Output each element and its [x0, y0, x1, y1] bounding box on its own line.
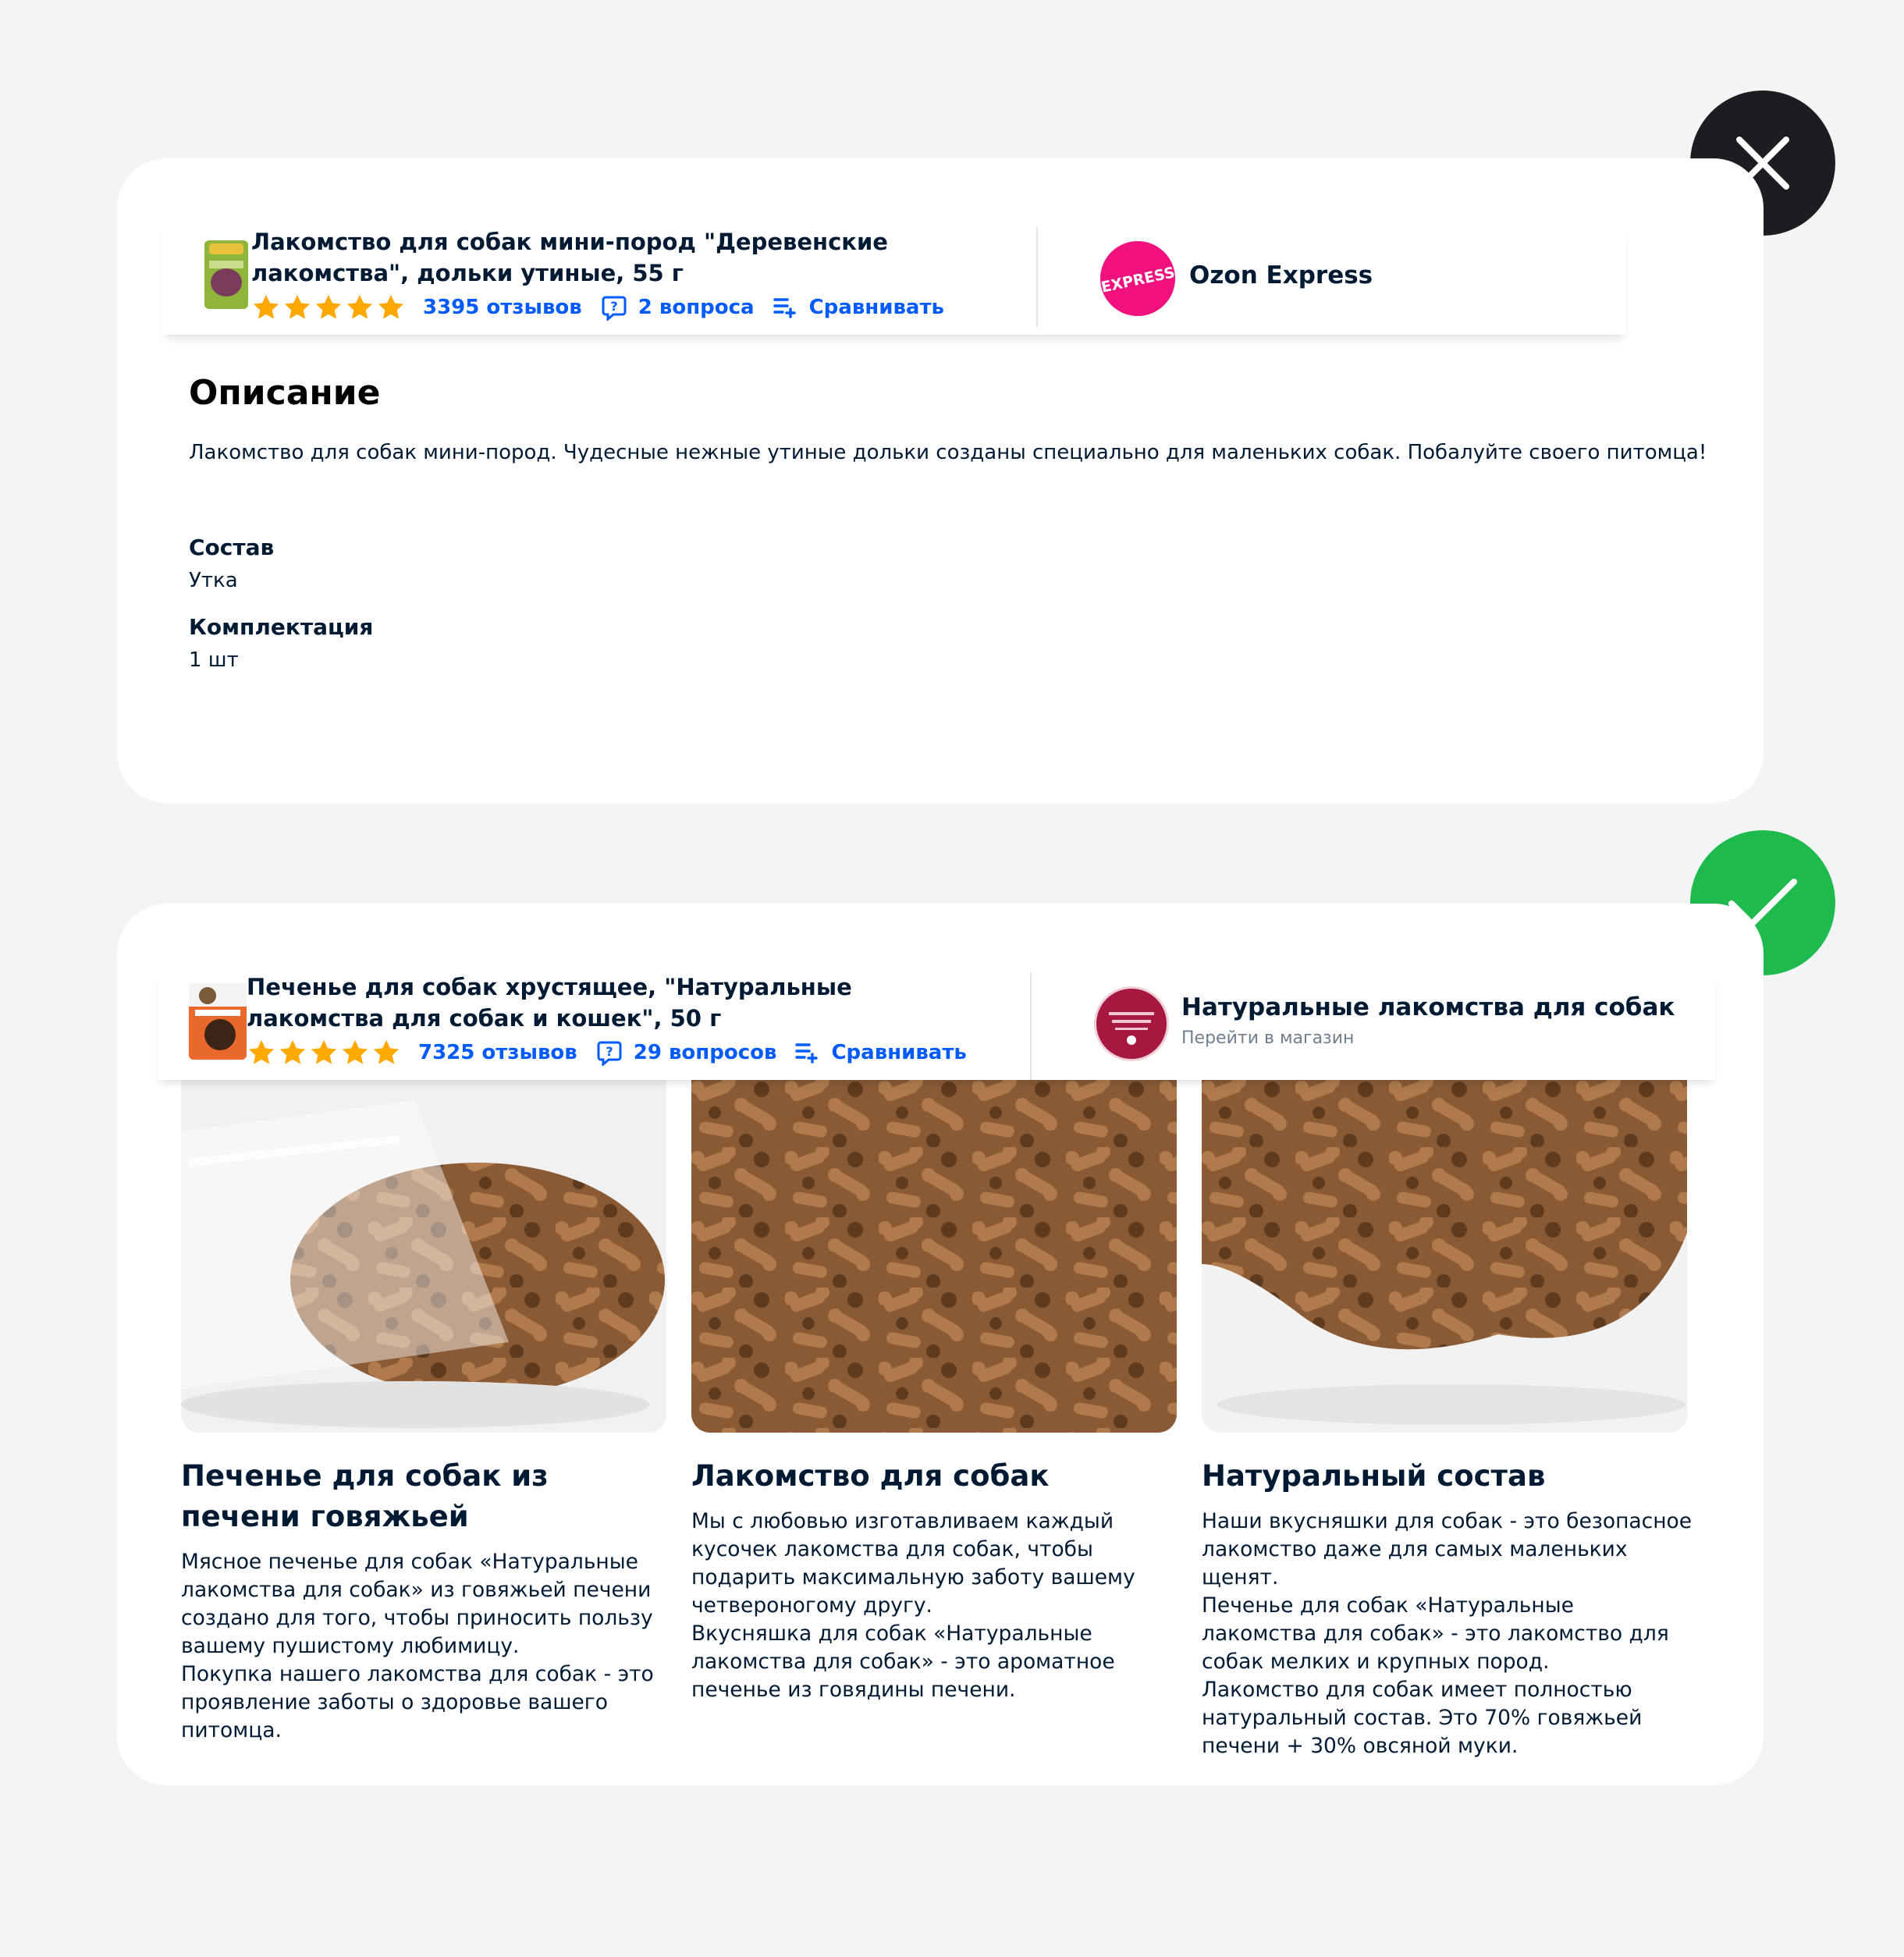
svg-text:?: ? — [610, 299, 617, 314]
attribute-name: Комплектация — [189, 614, 374, 640]
seller-logo-text: EXPRESS — [1100, 264, 1175, 296]
svg-text:?: ? — [606, 1044, 613, 1059]
compare-list-icon — [795, 1043, 819, 1064]
product-title[interactable]: Печенье для собак хрустящее, "Натуральны… — [247, 971, 996, 1034]
description-heading: Описание — [189, 373, 381, 413]
reviews-link[interactable]: 7325 отзывов — [418, 1041, 577, 1064]
questions-label: 2 вопроса — [638, 296, 755, 319]
attribute-value: 1 шт — [189, 648, 239, 672]
compare-link[interactable]: Сравнивать — [773, 296, 944, 319]
product-thumbnail[interactable] — [201, 237, 251, 312]
column-title: Натуральный состав — [1202, 1459, 1546, 1493]
description-text: Лакомство для собак мини-пород. Чудесные… — [189, 441, 1707, 464]
rating-stars — [247, 1038, 401, 1067]
product-thumbnail[interactable] — [189, 983, 247, 1060]
star-icon — [282, 293, 312, 322]
questions-link[interactable]: ? 2 вопроса — [601, 294, 755, 321]
questions-link[interactable]: ? 29 вопросов — [596, 1039, 777, 1066]
rating-stars — [251, 293, 406, 322]
attribute-name: Состав — [189, 535, 275, 560]
compare-label: Сравнивать — [808, 296, 944, 319]
product-title[interactable]: Лакомство для собак мини-пород "Деревенс… — [251, 226, 1000, 289]
header-divider — [1036, 227, 1038, 327]
column-title: Печенье для собак из печени говяжьей — [181, 1459, 549, 1533]
star-icon — [247, 1038, 276, 1067]
bad-example-card: Лакомство для собак мини-пород "Деревенс… — [117, 158, 1764, 803]
product-header: Печенье для собак хрустящее, "Натуральны… — [158, 972, 1715, 1080]
question-bubble-icon: ? — [602, 296, 627, 321]
column-text: Наши вкусняшки для собак - это безопасно… — [1202, 1509, 1693, 1758]
reviews-link[interactable]: 3395 отзывов — [423, 296, 582, 319]
questions-label: 29 вопросов — [633, 1041, 777, 1064]
compare-list-icon — [773, 298, 796, 318]
star-icon — [309, 1038, 339, 1067]
good-example-card: Печенье для собак хрустящее, "Натуральны… — [117, 904, 1764, 1785]
product-meta: 3395 отзывов ? 2 вопроса Сравнивать — [251, 293, 963, 322]
product-photo — [691, 1077, 1177, 1433]
star-icon — [251, 293, 281, 322]
star-icon — [314, 293, 343, 322]
seller-logo[interactable] — [1094, 986, 1169, 1061]
header-divider — [1030, 972, 1032, 1080]
star-icon — [278, 1038, 307, 1067]
seller-name[interactable]: Натуральные лакомства для собак — [1181, 993, 1675, 1021]
product-header: Лакомство для собак мини-пород "Деревенс… — [162, 227, 1626, 335]
attribute-value: Утка — [189, 569, 238, 592]
star-icon — [371, 1038, 401, 1067]
product-photo — [181, 1077, 666, 1433]
product-meta: 7325 отзывов ? 29 вопросов Сравнивать — [247, 1038, 986, 1067]
star-icon — [345, 293, 375, 322]
go-to-store-link[interactable]: Перейти в магазин — [1181, 1028, 1354, 1048]
seller-logo[interactable]: EXPRESS — [1100, 241, 1175, 316]
column-title: Лакомство для собак — [691, 1459, 1050, 1493]
column-text: Мясное печенье для собак «Натуральные ла… — [181, 1550, 654, 1742]
compare-link[interactable]: Сравнивать — [795, 1041, 967, 1064]
compare-label: Сравнивать — [831, 1041, 967, 1064]
star-icon — [376, 293, 406, 322]
star-icon — [340, 1038, 370, 1067]
product-photo — [1202, 1077, 1687, 1433]
column-text: Мы с любовью изготавливаем каждый кусоче… — [691, 1509, 1135, 1702]
question-bubble-icon: ? — [597, 1041, 622, 1066]
seller-name[interactable]: Ozon Express — [1189, 261, 1373, 289]
